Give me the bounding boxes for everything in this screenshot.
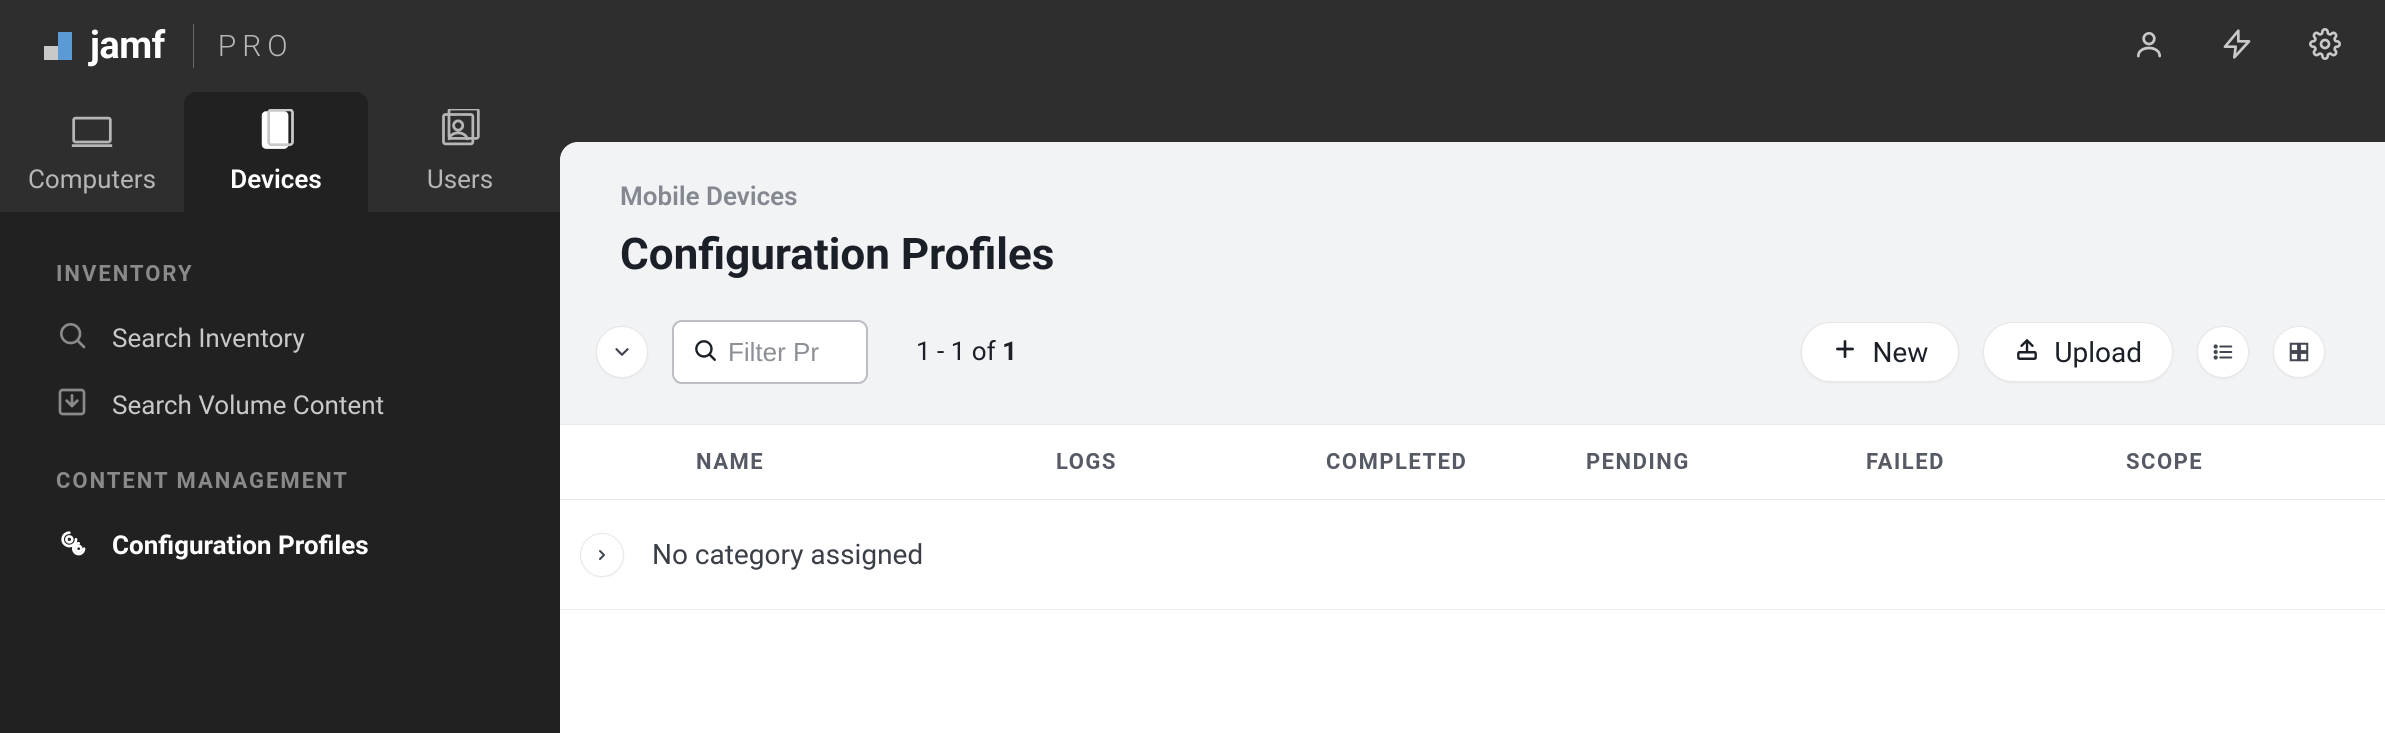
tab-computers[interactable]: Computers <box>0 92 184 212</box>
sidebar-item-search-volume-content[interactable]: Search Volume Content <box>0 372 560 439</box>
breadcrumb: Mobile Devices <box>620 182 2325 212</box>
sidebar-item-label: Configuration Profiles <box>112 531 369 561</box>
sidebar-item-configuration-profiles[interactable]: Configuration Profiles <box>0 512 560 579</box>
table-body: No category assigned <box>560 500 2385 610</box>
group-row[interactable]: No category assigned <box>560 500 2385 610</box>
jamf-logo-icon <box>44 32 72 60</box>
column-header-failed[interactable]: FAILED <box>1830 450 2090 475</box>
sidebar-section-title: CONTENT MANAGEMENT <box>0 439 560 512</box>
tab-label: Devices <box>230 165 321 195</box>
search-icon <box>692 337 718 367</box>
brand: jamf PRO <box>44 24 294 68</box>
toolbar: 1 - 1 of 1 New Upload <box>560 320 2385 424</box>
plus-icon <box>1832 336 1858 369</box>
new-button[interactable]: New <box>1801 322 1959 382</box>
group-toggle-button[interactable] <box>580 533 624 577</box>
table-header: NAME LOGS COMPLETED PENDING FAILED SCOPE <box>560 424 2385 500</box>
page-title: Configuration Profiles <box>620 228 2325 280</box>
sidebar-item-label: Search Volume Content <box>112 391 384 421</box>
tab-label: Computers <box>28 165 156 195</box>
brand-suffix: PRO <box>218 29 294 64</box>
filter-input[interactable] <box>728 337 838 368</box>
list-view-button[interactable] <box>2197 326 2249 378</box>
sidebar-item-label: Search Inventory <box>112 324 305 354</box>
expand-all-button[interactable] <box>596 326 648 378</box>
main-tabs: Computers Devices Users <box>0 92 560 212</box>
topbar: jamf PRO <box>0 0 2385 92</box>
gear-icon <box>56 526 88 565</box>
bolt-icon[interactable] <box>2221 28 2253 64</box>
result-count: 1 - 1 of 1 <box>916 337 1017 367</box>
sidebar-item-search-inventory[interactable]: Search Inventory <box>0 305 560 372</box>
brand-name: jamf <box>90 24 165 68</box>
tab-users[interactable]: Users <box>368 92 552 212</box>
download-icon <box>56 386 88 425</box>
brand-divider <box>193 24 194 68</box>
upload-button-label: Upload <box>2054 336 2142 369</box>
search-icon <box>56 319 88 358</box>
column-header-scope[interactable]: SCOPE <box>2090 450 2385 475</box>
user-icon[interactable] <box>2133 28 2165 64</box>
column-header-completed[interactable]: COMPLETED <box>1290 450 1550 475</box>
group-label: No category assigned <box>652 538 923 571</box>
sidebar: INVENTORY Search Inventory Search Volume… <box>0 212 560 733</box>
filter-input-wrapper[interactable] <box>672 320 868 384</box>
column-header-logs[interactable]: LOGS <box>1020 450 1290 475</box>
column-header-pending[interactable]: PENDING <box>1550 450 1830 475</box>
new-button-label: New <box>1872 336 1928 369</box>
upload-icon <box>2014 336 2040 369</box>
gear-icon[interactable] <box>2309 28 2341 64</box>
column-header-name[interactable]: NAME <box>660 450 1020 475</box>
sidebar-section-title: INVENTORY <box>0 232 560 305</box>
tab-devices[interactable]: Devices <box>184 92 368 212</box>
content: Mobile Devices Configuration Profiles 1 … <box>560 142 2385 733</box>
tab-label: Users <box>427 165 493 195</box>
upload-button[interactable]: Upload <box>1983 322 2173 382</box>
content-header: Mobile Devices Configuration Profiles <box>560 142 2385 320</box>
grid-view-button[interactable] <box>2273 326 2325 378</box>
